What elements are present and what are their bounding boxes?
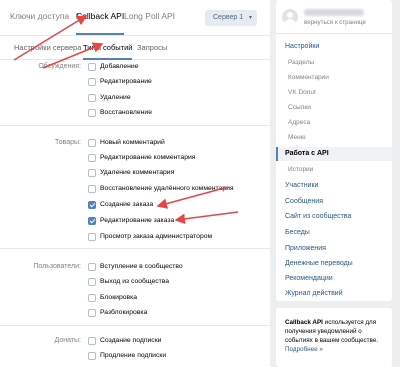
- checkbox[interactable]: [88, 263, 96, 271]
- checkbox-label: Продление подписки: [100, 352, 167, 359]
- sidebar-item-messages[interactable]: Сообщения: [276, 195, 392, 209]
- server-select-label: Сервер 1: [213, 14, 244, 21]
- checkbox[interactable]: [88, 94, 96, 102]
- sidebar-item-settings[interactable]: Настройки: [276, 40, 392, 54]
- checkbox-label: Создание подписки: [100, 337, 162, 344]
- tab-requests[interactable]: Запросы: [137, 43, 167, 52]
- group-header[interactable]: вернуться к странице: [276, 0, 392, 34]
- checkbox[interactable]: [88, 294, 96, 302]
- checkbox-label: Вступление в сообщество: [100, 263, 183, 270]
- checkbox-label: Добавление: [100, 63, 139, 70]
- back-to-page-link[interactable]: вернуться к странице: [304, 19, 366, 26]
- sidebar-item-action-log[interactable]: Журнал действий: [276, 287, 392, 301]
- sidebar-item-chats[interactable]: Беседы: [276, 226, 392, 240]
- checkbox[interactable]: [88, 78, 96, 86]
- checkbox[interactable]: [88, 139, 96, 147]
- checkbox[interactable]: [88, 169, 96, 177]
- checkbox[interactable]: [88, 154, 96, 162]
- group-name-redacted: [304, 9, 364, 16]
- checkbox-checked[interactable]: [88, 201, 96, 209]
- sidebar-item-api[interactable]: Работа с API: [276, 147, 392, 161]
- checkbox-checked[interactable]: [88, 217, 96, 225]
- checkbox[interactable]: [88, 63, 96, 71]
- divider: [0, 125, 270, 126]
- sidebar-item-recommendations[interactable]: Рекомендации: [276, 272, 392, 286]
- server-select[interactable]: Сервер 1 ▾: [205, 10, 257, 26]
- tab-event-types[interactable]: Типы событий: [83, 43, 133, 60]
- checkbox-label: Удаление комментария: [100, 169, 175, 176]
- sidebar-item-links[interactable]: Ссылки: [276, 101, 392, 115]
- checkbox-label: Редактирование заказа: [100, 217, 175, 224]
- section-label: Обсуждения:: [38, 63, 81, 70]
- more-link[interactable]: Подробнее »: [285, 346, 323, 353]
- section-label: Донаты:: [54, 337, 82, 344]
- info-text: Callback API используется для получения …: [285, 318, 385, 354]
- section-label: Товары:: [54, 139, 81, 146]
- checkbox-label: Редактирование комментария: [100, 154, 196, 161]
- api-tabs: Ключи доступа 1 Callback API Long Poll A…: [0, 0, 270, 36]
- chevron-down-icon: ▾: [248, 15, 252, 21]
- checkbox-label: Просмотр заказа администратором: [100, 233, 213, 240]
- sidebar-item-transfers[interactable]: Денежные переводы: [276, 257, 392, 271]
- sidebar-item-stories[interactable]: Истории: [276, 163, 392, 177]
- checkbox[interactable]: [88, 309, 96, 317]
- checkbox[interactable]: [88, 337, 96, 345]
- info-bold: Callback API: [285, 319, 323, 326]
- checkbox-label: Создание заказа: [100, 201, 154, 208]
- checkbox[interactable]: [88, 352, 96, 360]
- tab-server-settings[interactable]: Настройки сервера: [14, 43, 81, 52]
- sidebar-item-vk-donut[interactable]: VK Donut: [276, 86, 392, 100]
- checkbox[interactable]: [88, 185, 96, 193]
- checkbox-label: Разблокировка: [100, 309, 148, 316]
- checkbox-label: Удаление: [100, 94, 131, 101]
- sidebar-item-menu[interactable]: Меню: [276, 131, 392, 145]
- checkbox-label: Новый комментарий: [100, 139, 165, 146]
- sidebar-item-members[interactable]: Участники: [276, 179, 392, 193]
- sidebar-item-addresses[interactable]: Адреса: [276, 116, 392, 130]
- tab-long-poll-api[interactable]: Long Poll API: [124, 11, 175, 21]
- tab-access-keys[interactable]: Ключи доступа 1: [10, 11, 80, 21]
- divider: [0, 325, 270, 326]
- tab-callback-api[interactable]: Callback API: [76, 11, 125, 35]
- checkbox-label: Восстановление удалённого комментария: [100, 185, 234, 192]
- checkbox[interactable]: [88, 109, 96, 117]
- divider: [0, 248, 270, 249]
- checkbox-label: Выход из сообщества: [100, 278, 170, 285]
- tab-access-keys-label: Ключи доступа: [10, 11, 70, 21]
- sidebar-item-apps[interactable]: Приложения: [276, 242, 392, 256]
- checkbox[interactable]: [88, 233, 96, 241]
- checkbox[interactable]: [88, 278, 96, 286]
- callback-subtabs: Настройки сервера Типы событий Запросы: [0, 36, 270, 60]
- sidebar-item-sections[interactable]: Разделы: [276, 56, 392, 70]
- group-management-menu: вернуться к странице Настройки Разделы К…: [276, 0, 392, 301]
- callback-info-card: Callback API используется для получения …: [276, 308, 392, 367]
- callback-settings-panel: Ключи доступа 1 Callback API Long Poll A…: [0, 0, 270, 367]
- avatar: [282, 9, 298, 25]
- checkbox-label: Восстановление: [100, 109, 152, 116]
- section-label: Пользователи:: [33, 263, 81, 270]
- checkbox-label: Редактирование: [100, 78, 152, 85]
- sidebar-item-site[interactable]: Сайт из сообщества: [276, 210, 392, 224]
- sidebar-item-comments[interactable]: Комментарии: [276, 71, 392, 85]
- checkbox-label: Блокировка: [100, 294, 138, 301]
